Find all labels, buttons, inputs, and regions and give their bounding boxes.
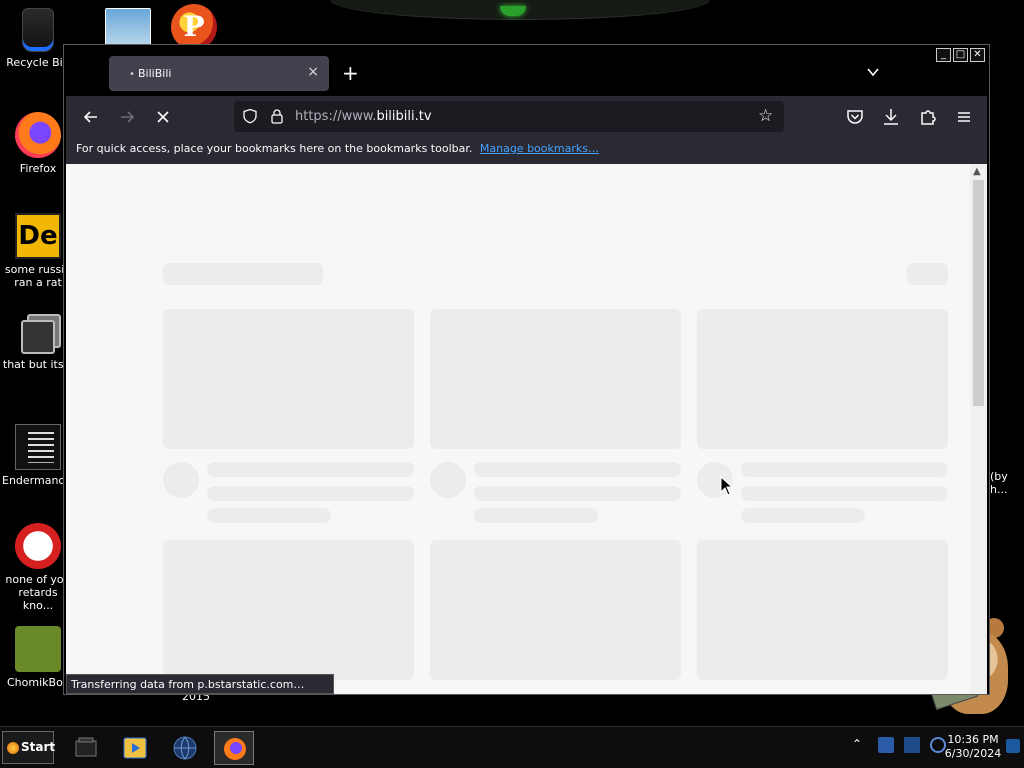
skeleton-text-line bbox=[741, 486, 948, 501]
skeleton-text-line bbox=[474, 462, 681, 477]
tracking-protection-shield-icon[interactable] bbox=[242, 108, 258, 124]
hamburger-menu-icon[interactable] bbox=[953, 106, 975, 128]
skeleton-card-thumbnail bbox=[697, 309, 948, 449]
lock-icon[interactable] bbox=[269, 108, 285, 124]
skeleton-card-thumbnail bbox=[430, 309, 681, 449]
chomikbox-icon bbox=[15, 626, 61, 672]
skeleton-card-thumbnail bbox=[163, 309, 414, 449]
bookmarks-toolbar: For quick access, place your bookmarks h… bbox=[66, 138, 987, 164]
recycle-bin-icon bbox=[22, 8, 54, 52]
taskbar: Start ⌃ 10:36 PM 6/30/2024 bbox=[0, 726, 1024, 768]
url-text[interactable]: https://www.bilibili.tv bbox=[295, 109, 432, 124]
skeleton-text-line bbox=[207, 462, 414, 477]
taskbar-clock[interactable]: 10:36 PM 6/30/2024 bbox=[944, 733, 1002, 761]
close-window-button[interactable]: ✕ bbox=[970, 48, 985, 62]
pocket-icon[interactable] bbox=[844, 106, 866, 128]
windows-orb-icon bbox=[7, 742, 19, 754]
stacked-windows-icon bbox=[21, 320, 55, 354]
new-tab-button[interactable]: + bbox=[342, 63, 359, 83]
nav-toolbar: https://www.bilibili.tv ☆ bbox=[66, 96, 987, 138]
downloads-icon[interactable] bbox=[880, 106, 902, 128]
globe-icon bbox=[173, 736, 197, 760]
status-panel: Transferring data from p.bstarstatic.com… bbox=[66, 674, 334, 694]
mouse-cursor-icon bbox=[720, 476, 734, 496]
window-controls: _ □ ✕ bbox=[936, 48, 985, 62]
firefox-window: • BiliBili × + _ □ ✕ https://www.bilibil… bbox=[63, 44, 990, 695]
tab-title: BiliBili bbox=[138, 67, 172, 80]
stop-loading-x-icon[interactable] bbox=[152, 106, 174, 128]
skeleton-avatar bbox=[430, 462, 466, 498]
skeleton-avatar bbox=[163, 462, 199, 498]
skeleton-card-thumbnail bbox=[163, 540, 414, 680]
taskbar-app-firefox[interactable] bbox=[214, 731, 254, 765]
bookmark-star-icon[interactable]: ☆ bbox=[758, 106, 773, 126]
list-all-tabs-chevron-down-icon[interactable] bbox=[866, 65, 880, 79]
taskbar-app-terminal[interactable] bbox=[66, 731, 106, 765]
url-bar[interactable]: https://www.bilibili.tv ☆ bbox=[234, 101, 784, 132]
show-desktop-button[interactable] bbox=[1006, 739, 1020, 753]
desktop-partial-label: (by h... bbox=[990, 470, 1008, 496]
skeleton-card-thumbnail bbox=[430, 540, 681, 680]
skeleton-text-line bbox=[207, 486, 414, 501]
scrollbar-thumb[interactable] bbox=[973, 180, 984, 406]
scroll-up-arrow-icon[interactable]: ▲ bbox=[973, 166, 981, 177]
url-prefix: https://www. bbox=[295, 109, 377, 124]
skeleton-heading bbox=[163, 263, 323, 285]
back-arrow-icon[interactable] bbox=[80, 106, 102, 128]
maximize-button[interactable]: □ bbox=[953, 48, 968, 62]
start-button[interactable]: Start bbox=[2, 731, 56, 764]
skeleton-card-thumbnail bbox=[697, 540, 948, 680]
manage-bookmarks-link[interactable]: Manage bookmarks… bbox=[480, 142, 599, 155]
taskbar-app-globe[interactable] bbox=[165, 731, 205, 765]
clock-date: 6/30/2024 bbox=[944, 747, 1002, 760]
clock-time: 10:36 PM bbox=[947, 733, 999, 746]
tray-monitor-icon[interactable] bbox=[904, 737, 920, 753]
desktop: Recycle Bin Firefox De some russia ran a… bbox=[0, 0, 1024, 726]
media-player-icon bbox=[123, 737, 147, 759]
skeleton-text-line bbox=[207, 508, 331, 523]
system-tray: ⌃ bbox=[852, 737, 946, 753]
minimize-button[interactable]: _ bbox=[936, 48, 951, 62]
tab-strip: • BiliBili × + _ □ ✕ bbox=[64, 45, 989, 95]
skeleton-text-line bbox=[474, 486, 681, 501]
tab-loading-dot-icon: • bbox=[129, 69, 135, 80]
forward-arrow-icon[interactable] bbox=[116, 106, 138, 128]
url-domain: bilibili.tv bbox=[376, 109, 432, 124]
skeleton-text-line bbox=[741, 508, 865, 523]
de-app-icon: De bbox=[15, 213, 61, 259]
skeleton-button bbox=[907, 263, 948, 285]
terminal-icon bbox=[75, 737, 97, 757]
tray-chevron-up-icon[interactable]: ⌃ bbox=[852, 737, 868, 753]
taskbar-app-media-player[interactable] bbox=[115, 731, 155, 765]
tray-network-icon[interactable] bbox=[878, 737, 894, 753]
firefox-icon bbox=[224, 738, 246, 760]
red-dino-icon bbox=[15, 523, 61, 569]
tab-bilibili[interactable]: • BiliBili × bbox=[109, 56, 329, 91]
skeleton-text-line bbox=[741, 462, 948, 477]
start-label: Start bbox=[21, 740, 56, 754]
tab-close-button[interactable]: × bbox=[307, 64, 319, 80]
page-scrollbar[interactable]: ▲ bbox=[970, 164, 987, 694]
endermanch-icon bbox=[15, 424, 61, 470]
firefox-icon bbox=[15, 112, 61, 158]
skeleton-text-line bbox=[474, 508, 598, 523]
extensions-puzzle-icon[interactable] bbox=[917, 106, 939, 128]
bookmarks-empty-message: For quick access, place your bookmarks h… bbox=[76, 142, 473, 155]
page-content bbox=[66, 164, 970, 694]
